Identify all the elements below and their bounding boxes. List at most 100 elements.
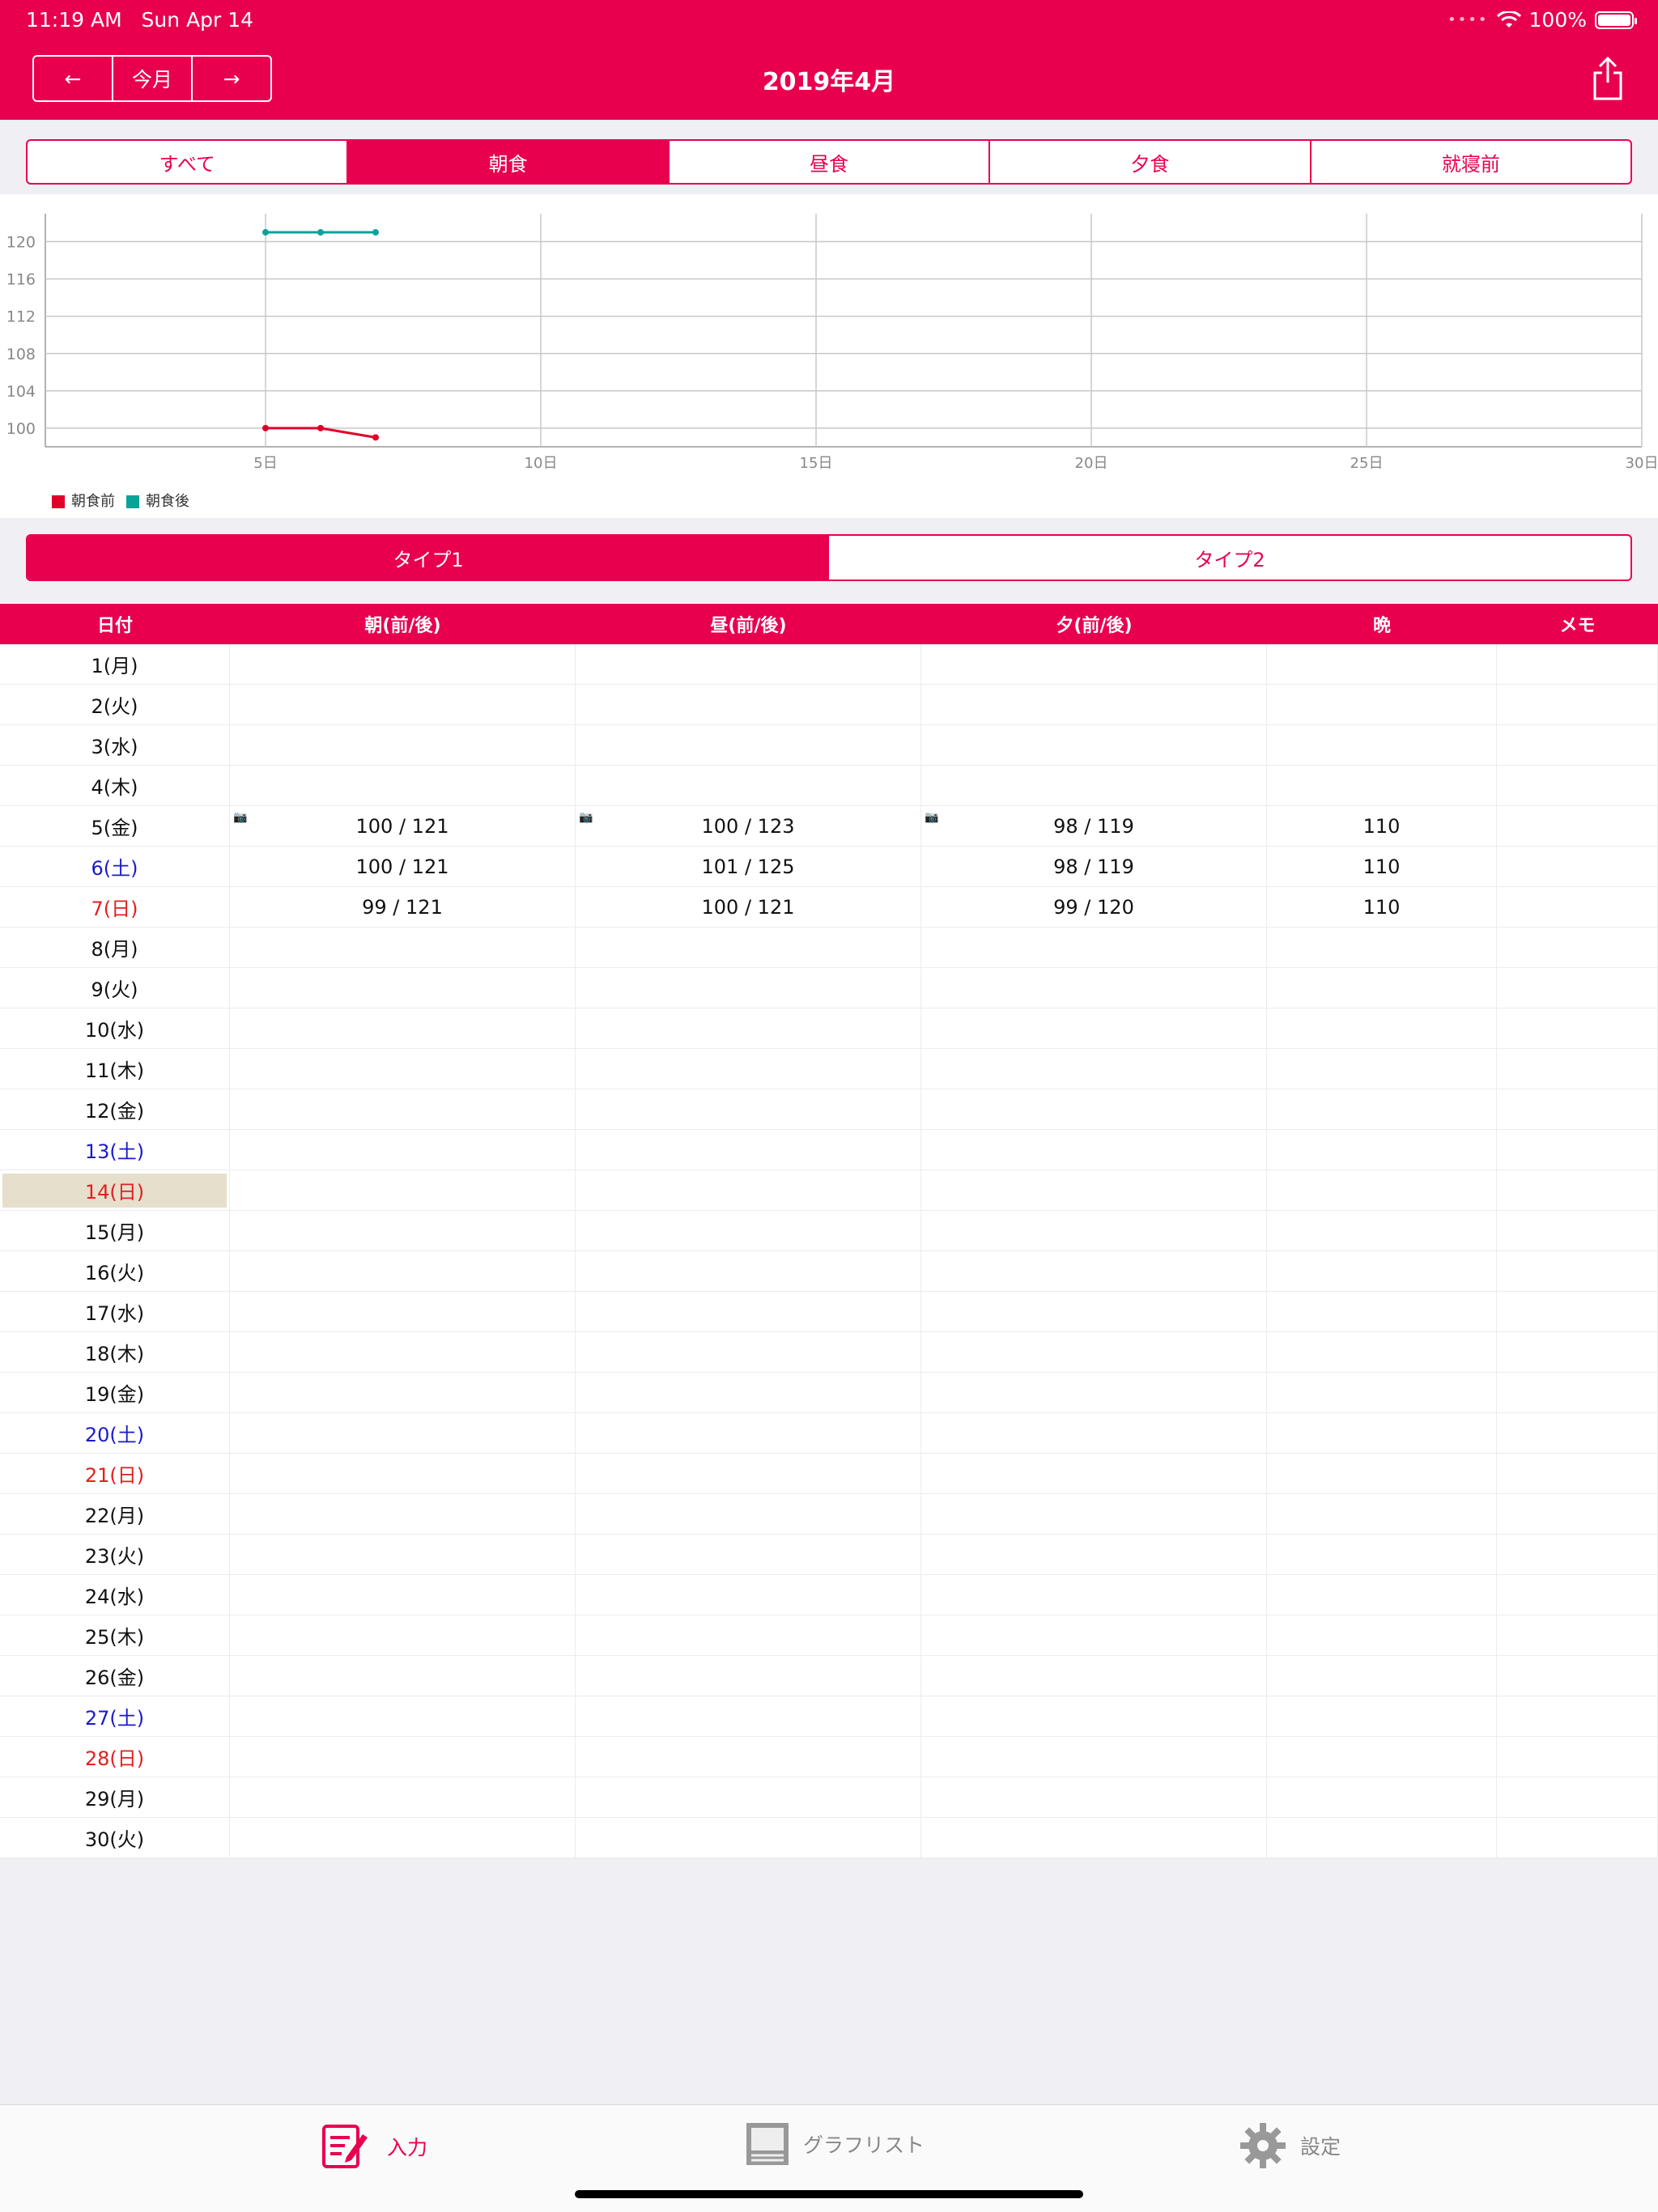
table-row[interactable]: 29(月): [0, 1777, 1658, 1818]
memo-cell[interactable]: [1497, 1818, 1658, 1857]
tab-breakfast[interactable]: 朝食: [348, 141, 670, 183]
noon-cell[interactable]: [576, 1130, 921, 1170]
night-cell[interactable]: [1267, 1656, 1497, 1696]
tabbar-input[interactable]: 入力: [319, 2121, 427, 2172]
evening-cell[interactable]: [921, 1696, 1267, 1736]
table-row[interactable]: 11(木): [0, 1049, 1658, 1089]
noon-cell[interactable]: [576, 1373, 921, 1412]
night-cell[interactable]: [1267, 1575, 1497, 1615]
noon-cell[interactable]: [576, 1494, 921, 1534]
table-row[interactable]: 5(金) 📷 100 / 121 📷 100 / 123 📷 98 / 119 110: [0, 806, 1658, 847]
noon-cell[interactable]: [576, 1535, 921, 1574]
table-row[interactable]: 27(土): [0, 1696, 1658, 1737]
night-cell[interactable]: [1267, 1737, 1497, 1777]
noon-cell[interactable]: [576, 1211, 921, 1250]
evening-cell[interactable]: 98 / 119: [921, 847, 1267, 886]
table-row[interactable]: 30(火): [0, 1818, 1658, 1858]
memo-cell[interactable]: [1497, 1535, 1658, 1574]
morning-cell[interactable]: [230, 1575, 576, 1615]
evening-cell[interactable]: [921, 928, 1267, 967]
evening-cell[interactable]: [921, 1575, 1267, 1615]
noon-cell[interactable]: [576, 1413, 921, 1453]
noon-cell[interactable]: [576, 1454, 921, 1493]
evening-cell[interactable]: [921, 1332, 1267, 1372]
table-row[interactable]: 13(土): [0, 1130, 1658, 1170]
night-cell[interactable]: [1267, 1615, 1497, 1655]
night-cell[interactable]: [1267, 1777, 1497, 1817]
evening-cell[interactable]: [921, 1737, 1267, 1777]
noon-cell[interactable]: [576, 644, 921, 684]
night-cell[interactable]: [1267, 644, 1497, 684]
evening-cell[interactable]: [921, 1292, 1267, 1331]
noon-cell[interactable]: [576, 1737, 921, 1777]
evening-cell[interactable]: [921, 1656, 1267, 1696]
night-cell[interactable]: [1267, 968, 1497, 1008]
memo-cell[interactable]: [1497, 1292, 1658, 1331]
noon-cell[interactable]: [576, 1292, 921, 1331]
memo-cell[interactable]: [1497, 887, 1658, 927]
memo-cell[interactable]: [1497, 1656, 1658, 1696]
memo-cell[interactable]: [1497, 1696, 1658, 1736]
night-cell[interactable]: [1267, 1008, 1497, 1048]
tab-dinner[interactable]: 夕食: [990, 141, 1312, 183]
night-cell[interactable]: [1267, 1696, 1497, 1736]
noon-cell[interactable]: [576, 1170, 921, 1210]
tab-all[interactable]: すべて: [28, 141, 349, 183]
morning-cell[interactable]: 100 / 121: [230, 847, 576, 886]
noon-cell[interactable]: [576, 725, 921, 765]
morning-cell[interactable]: [230, 685, 576, 724]
memo-cell[interactable]: [1497, 685, 1658, 724]
table-row[interactable]: 14(日): [0, 1170, 1658, 1211]
table-row[interactable]: 23(火): [0, 1535, 1658, 1575]
tab-lunch[interactable]: 昼食: [670, 141, 991, 183]
memo-cell[interactable]: [1497, 1251, 1658, 1291]
table-row[interactable]: 7(日) 99 / 121 100 / 121 99 / 120 110: [0, 887, 1658, 928]
memo-cell[interactable]: [1497, 968, 1658, 1008]
table-row[interactable]: 8(月): [0, 928, 1658, 968]
evening-cell[interactable]: [921, 766, 1267, 805]
noon-cell[interactable]: [576, 1332, 921, 1372]
night-cell[interactable]: [1267, 1332, 1497, 1372]
table-row[interactable]: 1(月): [0, 644, 1658, 685]
table-row[interactable]: 4(木): [0, 766, 1658, 806]
night-cell[interactable]: [1267, 1818, 1497, 1857]
evening-cell[interactable]: [921, 1049, 1267, 1089]
night-cell[interactable]: [1267, 1373, 1497, 1412]
memo-cell[interactable]: [1497, 847, 1658, 886]
evening-cell[interactable]: [921, 1170, 1267, 1210]
memo-cell[interactable]: [1497, 1008, 1658, 1048]
table-row[interactable]: 22(月): [0, 1494, 1658, 1535]
morning-cell[interactable]: [230, 1130, 576, 1170]
noon-cell[interactable]: [576, 685, 921, 724]
memo-cell[interactable]: [1497, 1049, 1658, 1089]
noon-cell[interactable]: [576, 968, 921, 1008]
table-row[interactable]: 18(木): [0, 1332, 1658, 1373]
table-row[interactable]: 25(木): [0, 1615, 1658, 1656]
morning-cell[interactable]: [230, 1818, 576, 1857]
night-cell[interactable]: 110: [1267, 806, 1497, 846]
morning-cell[interactable]: [230, 1292, 576, 1331]
table-row[interactable]: 20(土): [0, 1413, 1658, 1454]
morning-cell[interactable]: [230, 1777, 576, 1817]
evening-cell[interactable]: [921, 685, 1267, 724]
evening-cell[interactable]: [921, 1777, 1267, 1817]
memo-cell[interactable]: [1497, 928, 1658, 967]
memo-cell[interactable]: [1497, 1454, 1658, 1493]
night-cell[interactable]: 110: [1267, 887, 1497, 927]
noon-cell[interactable]: 100 / 121: [576, 887, 921, 927]
table-row[interactable]: 19(金): [0, 1373, 1658, 1413]
morning-cell[interactable]: [230, 1211, 576, 1250]
evening-cell[interactable]: [921, 1130, 1267, 1170]
noon-cell[interactable]: [576, 1656, 921, 1696]
morning-cell[interactable]: 📷 100 / 121: [230, 806, 576, 846]
morning-cell[interactable]: [230, 1008, 576, 1048]
noon-cell[interactable]: [576, 1008, 921, 1048]
memo-cell[interactable]: [1497, 1332, 1658, 1372]
evening-cell[interactable]: [921, 968, 1267, 1008]
memo-cell[interactable]: [1497, 1494, 1658, 1534]
night-cell[interactable]: [1267, 1049, 1497, 1089]
morning-cell[interactable]: [230, 1332, 576, 1372]
table-row[interactable]: 28(日): [0, 1737, 1658, 1777]
table-row[interactable]: 12(金): [0, 1089, 1658, 1130]
table-row[interactable]: 24(水): [0, 1575, 1658, 1615]
